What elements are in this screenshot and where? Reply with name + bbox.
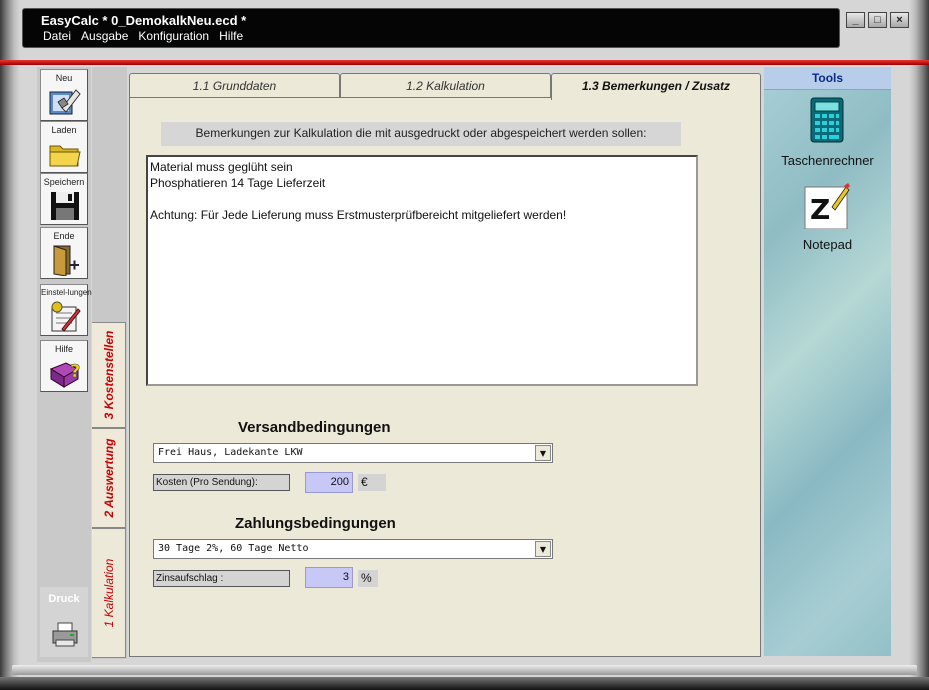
app-window: EasyCalc * 0_DemokalkNeu.ecd * Datei Aus… [0, 0, 929, 690]
save-button[interactable]: Speichern [40, 173, 88, 225]
tab-strip: 1.1 Grunddaten 1.2 Kalkulation 1.3 Bemer… [129, 73, 761, 100]
remarks-line: Material muss geglüht sein [150, 160, 293, 174]
exit-button[interactable]: Ende [40, 227, 88, 279]
new-document-icon [49, 89, 81, 115]
shipping-select[interactable]: Frei Haus, Ladekante LKW ▼ [153, 443, 553, 463]
side-tab-kostenstellen[interactable]: 3 Kostenstellen [92, 322, 126, 428]
interest-input[interactable]: 3 [305, 567, 353, 588]
tools-panel: Tools Taschenrechner Z Notepad [764, 67, 891, 656]
notepad-icon: Z [804, 183, 850, 229]
menu-datei[interactable]: Datei [43, 29, 71, 43]
floppy-disk-icon [51, 192, 79, 220]
tab-bemerkungen[interactable]: 1.3 Bemerkungen / Zusatz [551, 73, 761, 100]
notepad-label: Notepad [802, 237, 853, 252]
save-button-label: Speichern [43, 177, 85, 187]
title-bar[interactable]: EasyCalc * 0_DemokalkNeu.ecd * Datei Aus… [22, 8, 840, 48]
help-button[interactable]: Hilfe ? [40, 340, 88, 392]
maximize-icon: □ [874, 14, 881, 26]
side-tab-kostenstellen-label: 3 Kostenstellen [101, 330, 116, 420]
shipping-cost-unit: € [358, 474, 386, 491]
main-panel: Bemerkungen zur Kalkulation die mit ausg… [129, 97, 761, 657]
folder-icon [49, 145, 81, 167]
exit-door-icon [53, 245, 79, 276]
print-button[interactable]: Druck [40, 587, 88, 657]
settings-button[interactable]: Einstel-lungen [40, 284, 92, 336]
notepad-tool[interactable]: Z Notepad [764, 183, 891, 255]
calculator-tool[interactable]: Taschenrechner [764, 97, 891, 169]
close-icon: × [896, 14, 903, 26]
calculator-label: Taschenrechner [781, 153, 874, 168]
help-button-label: Hilfe [54, 344, 73, 354]
svg-text:?: ? [70, 361, 80, 382]
interest-unit: % [358, 570, 378, 587]
shipping-cost-label: Kosten (Pro Sendung): [153, 474, 290, 491]
new-button-label: Neu [55, 73, 73, 83]
tools-header: Tools [764, 67, 891, 90]
calculator-icon [810, 97, 844, 143]
remarks-line: Phosphatieren 14 Tage Lieferzeit [150, 176, 326, 190]
left-toolbar: Neu Laden Speichern Ende Einstel-lungen … [37, 67, 92, 662]
window-bottom-border [0, 677, 929, 690]
side-tab-auswertung-label: 2 Auswertung [101, 438, 116, 518]
side-tab-kalkulation[interactable]: 1 Kalkulation [92, 528, 126, 658]
maximize-button[interactable]: □ [868, 12, 887, 28]
load-button-label: Laden [51, 125, 77, 135]
load-button[interactable]: Laden [40, 121, 88, 173]
window-title: EasyCalc * 0_DemokalkNeu.ecd * [41, 13, 247, 28]
status-bar [12, 665, 917, 675]
settings-icon [51, 301, 81, 332]
shipping-select-value: Frei Haus, Ladekante LKW [158, 447, 303, 458]
interest-label: Zinsaufschlag : [153, 570, 290, 587]
exit-button-label: Ende [53, 231, 75, 241]
minimize-button[interactable]: _ [846, 12, 865, 28]
menu-hilfe[interactable]: Hilfe [219, 29, 243, 43]
accent-divider [0, 60, 929, 65]
side-tab-strip: 3 Kostenstellen 2 Auswertung 1 Kalkulati… [92, 67, 127, 659]
side-tab-auswertung[interactable]: 2 Auswertung [92, 428, 126, 528]
new-button[interactable]: Neu [40, 69, 88, 121]
svg-text:Z: Z [810, 193, 830, 226]
payment-select[interactable]: 30 Tage 2%, 60 Tage Netto ▼ [153, 539, 553, 559]
window-controls: _ □ × [846, 12, 909, 28]
tab-grunddaten[interactable]: 1.1 Grunddaten [129, 73, 340, 98]
print-button-label: Druck [48, 593, 80, 605]
chevron-down-icon[interactable]: ▼ [535, 445, 551, 461]
payment-select-value: 30 Tage 2%, 60 Tage Netto [158, 543, 309, 554]
remarks-line: Achtung: Für Jede Lieferung muss Erstmus… [150, 208, 567, 222]
shipping-heading: Versandbedingungen [238, 419, 391, 436]
printer-icon [52, 622, 78, 647]
remarks-textarea[interactable]: Material muss geglüht sein Phosphatieren… [146, 155, 698, 386]
help-book-icon: ? [49, 361, 81, 388]
shipping-cost-input[interactable]: 200 [305, 472, 353, 493]
chevron-down-icon[interactable]: ▼ [535, 541, 551, 557]
close-button[interactable]: × [890, 12, 909, 28]
menu-ausgabe[interactable]: Ausgabe [81, 29, 128, 43]
menu-konfiguration[interactable]: Konfiguration [138, 29, 209, 43]
minimize-icon: _ [852, 14, 859, 26]
side-tab-kalkulation-label: 1 Kalkulation [101, 558, 116, 628]
settings-button-label: Einstel-lungen [41, 288, 92, 297]
remarks-label: Bemerkungen zur Kalkulation die mit ausg… [161, 122, 681, 146]
menu-bar: Datei Ausgabe Konfiguration Hilfe [43, 29, 243, 43]
remarks-line [150, 191, 694, 207]
tab-kalkulation[interactable]: 1.2 Kalkulation [340, 73, 551, 98]
payment-heading: Zahlungsbedingungen [235, 515, 396, 532]
